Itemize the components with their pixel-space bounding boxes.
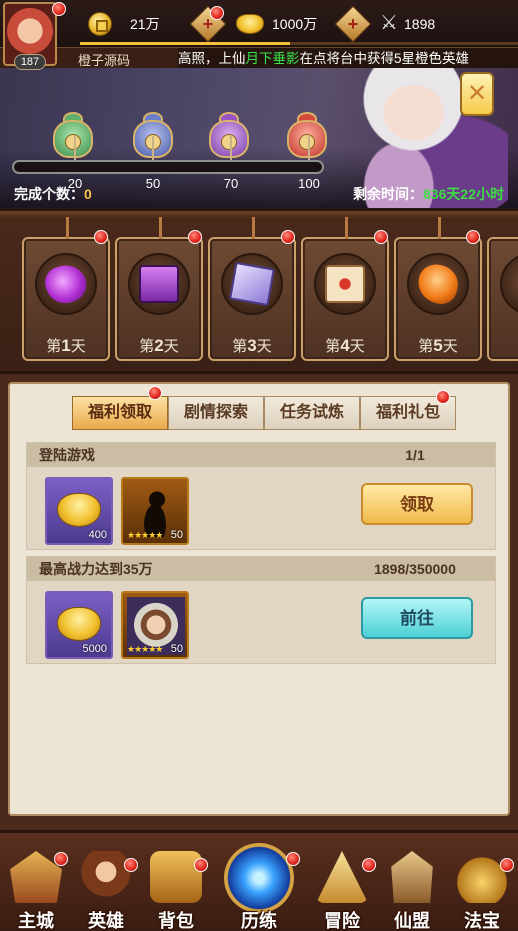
task-title: 登陆游戏	[39, 447, 95, 463]
copper-coin-icon	[88, 12, 112, 36]
completed-count: 完成个数：0	[14, 184, 92, 204]
day-label: 第2天	[139, 336, 179, 355]
notice-text: 高照，上仙	[178, 51, 246, 66]
player-avatar[interactable]: 187	[3, 2, 57, 70]
gold-ingot-icon	[236, 14, 264, 34]
coins-amount: 21万	[130, 16, 160, 32]
milestone-progress-bar	[12, 160, 324, 174]
day-label: 第3天	[232, 336, 272, 355]
red-box-icon	[325, 265, 365, 303]
gold-ingot-icon	[57, 493, 101, 527]
nav-label: 背包	[158, 911, 194, 931]
task-row: 登陆游戏 1/1 400 ★★★★★ 50 领取	[26, 442, 496, 550]
task-progress: 1898/350000	[374, 561, 456, 577]
close-icon: ✕	[466, 80, 488, 107]
milestone-bag-20[interactable]	[50, 110, 96, 162]
nav-label: 仙盟	[394, 911, 430, 931]
add-coins-red-dot	[210, 6, 224, 20]
completed-label: 完成个数：	[14, 186, 84, 202]
remaining-value: 836天22小时	[423, 186, 504, 202]
close-lantern-button[interactable]: ✕	[460, 72, 494, 116]
nav-label: 英雄	[88, 911, 124, 931]
day-label: 第4天	[325, 336, 365, 355]
go-button[interactable]: 前往	[361, 597, 473, 639]
tab-story-explore[interactable]: 剧情探索	[168, 396, 264, 430]
day-label: 第5天	[418, 336, 458, 355]
day-label: 第1天	[46, 336, 86, 355]
nav-red-dot	[500, 858, 514, 872]
completed-value: 0	[84, 186, 92, 202]
milestone-bag-100[interactable]	[284, 110, 330, 162]
reward-slot[interactable]: 5000	[45, 591, 113, 659]
day-card-1[interactable]: 第1天	[22, 217, 110, 361]
tab-task-trial[interactable]: 任务试炼	[264, 396, 360, 430]
remaining-time: 剩余时间：836天22小时	[353, 184, 504, 204]
day-card-6[interactable]	[487, 237, 518, 361]
reward-slot[interactable]: 400	[45, 477, 113, 545]
tab-red-dot	[148, 386, 162, 400]
nav-label: 历练	[241, 911, 277, 931]
ingots-amount: 1000万	[272, 16, 318, 32]
milestone-value: 50	[145, 176, 161, 191]
day-4-red-dot	[374, 230, 388, 244]
exp-bar	[80, 42, 518, 45]
day-card-3[interactable]: 第3天	[208, 217, 296, 361]
reward-slot[interactable]: ★★★★★ 50	[121, 477, 189, 545]
scroll-book-icon	[229, 261, 275, 307]
nav-red-dot	[194, 858, 208, 872]
hero-icon	[80, 851, 132, 903]
nav-red-dot	[124, 858, 138, 872]
pavilion-icon	[391, 851, 433, 903]
welfare-panel-frame: 福利领取 剧情探索 任务试炼 福利礼包 登陆游戏 1/1 400 ★★★★★ 5…	[0, 374, 518, 830]
battle-power: 1898	[404, 16, 436, 32]
milestone-value: 70	[223, 176, 239, 191]
nav-guild[interactable]: 仙盟	[380, 847, 444, 931]
daily-rewards-strip: 第1天 第2天 第3天 第4天 第5天	[0, 208, 518, 374]
nav-red-dot	[54, 852, 68, 866]
day-2-red-dot	[188, 230, 202, 244]
reward-qty: 5000	[82, 643, 107, 655]
reward-qty: 50	[170, 529, 183, 541]
day-card-4[interactable]: 第4天	[301, 217, 389, 361]
treasure-gourd-icon	[456, 851, 508, 903]
day-1-red-dot	[94, 230, 108, 244]
nav-training[interactable]: 历练	[220, 833, 298, 931]
backpack-icon	[150, 851, 202, 903]
nav-label: 法宝	[464, 911, 500, 931]
day-3-red-dot	[281, 230, 295, 244]
remaining-label: 剩余时间：	[353, 186, 424, 202]
day-card-5[interactable]: 第5天	[394, 217, 482, 361]
notice-player-name: 月下垂影	[245, 51, 300, 66]
scrolling-notice: 高照，上仙月下垂影在点将台中获得5星橙色英雄	[178, 48, 518, 70]
crossed-swords-icon: ⚔	[380, 12, 398, 34]
bottom-nav: 主城 英雄 背包 冒险 仙盟 法宝 历练	[0, 830, 518, 931]
nav-label: 冒险	[324, 911, 360, 931]
player-level: 187	[14, 54, 46, 70]
milestone-bag-70[interactable]	[206, 110, 252, 162]
gold-ingot-icon	[57, 607, 101, 641]
day-card-2[interactable]: 第2天	[115, 217, 203, 361]
purple-chest-icon	[139, 265, 179, 303]
reward-slot[interactable]: ★★★★★ 50	[121, 591, 189, 659]
player-name: 橙子源码	[78, 53, 131, 68]
nav-red-dot	[362, 858, 376, 872]
crystal-mountain-icon	[316, 851, 368, 903]
nav-label: 主城	[18, 911, 54, 931]
claim-button[interactable]: 领取	[361, 483, 473, 525]
reward-qty: 50	[170, 643, 183, 655]
game-screen: 187 21万 + 1000万 + ⚔ 1898 橙子源码 高照，上仙月下垂影在…	[0, 0, 518, 931]
welfare-panel: 福利领取 剧情探索 任务试炼 福利礼包 登陆游戏 1/1 400 ★★★★★ 5…	[8, 382, 510, 816]
nav-red-dot	[286, 852, 300, 866]
task-progress: 1/1	[405, 447, 425, 463]
tab-red-dot	[436, 390, 450, 404]
milestone-value: 100	[298, 176, 320, 191]
day-5-red-dot	[466, 230, 480, 244]
plus-icon: +	[347, 14, 359, 34]
reward-qty: 400	[88, 529, 107, 541]
task-row: 最高战力达到35万 1898/350000 5000 ★★★★★ 50 前往	[26, 556, 496, 664]
avatar-red-dot	[52, 2, 66, 16]
task-title: 最高战力达到35万	[39, 561, 153, 577]
notice-text-end: 在点将台中获得5星橙色英雄	[299, 51, 470, 66]
tab-welfare-claim[interactable]: 福利领取	[72, 396, 168, 430]
